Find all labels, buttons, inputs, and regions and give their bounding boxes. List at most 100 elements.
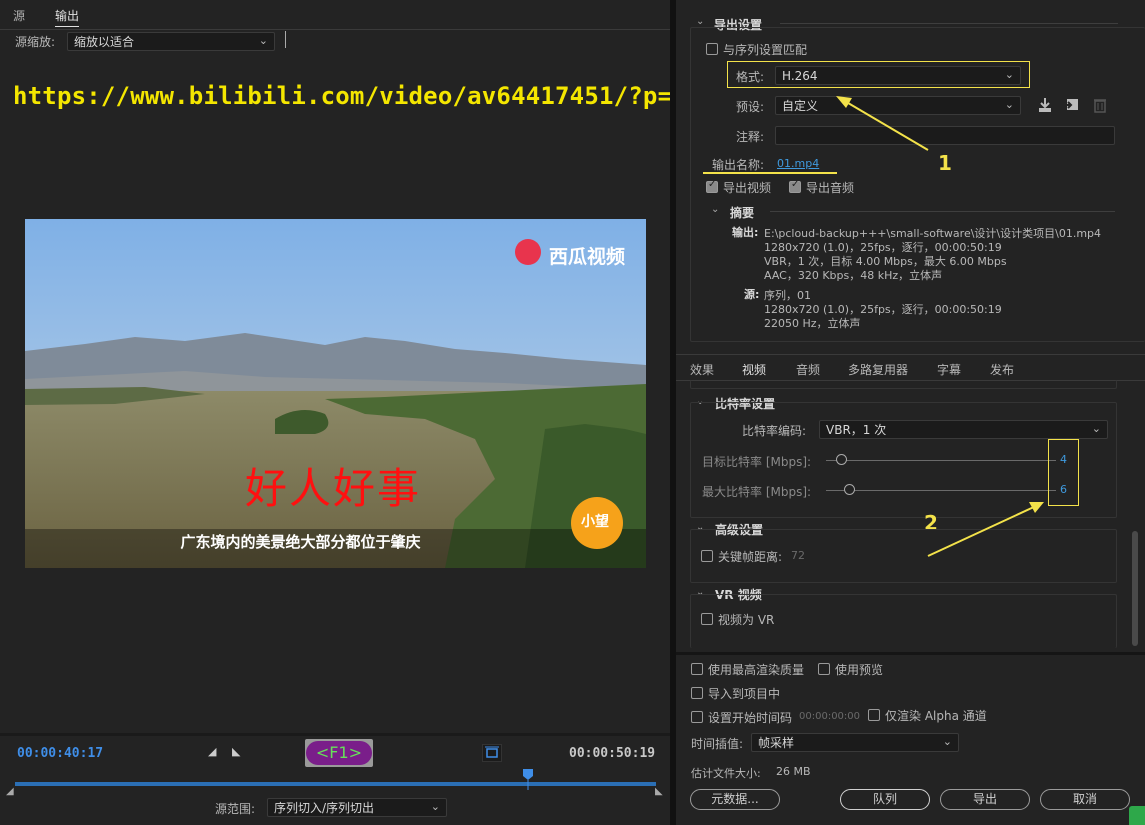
filesize-value: 26 MB [776, 765, 811, 778]
import-checkbox[interactable] [691, 687, 703, 699]
format-highlight-box [727, 61, 1030, 88]
preset-label: 预设: [736, 100, 765, 114]
comment-input[interactable] [775, 126, 1115, 145]
export-audio-checkbox[interactable] [789, 179, 801, 193]
current-timecode[interactable]: 00:00:40:17 [17, 746, 103, 761]
collapse-icon[interactable]: ⌄ [696, 16, 704, 27]
mark-in-icon[interactable]: ◢ [208, 745, 216, 758]
chevron-down-icon: ⌄ [430, 800, 440, 813]
preset-value: 自定义 [782, 99, 819, 113]
range-end-icon[interactable]: ◣ [655, 786, 663, 797]
export-settings-panel: ⌄ 导出设置 与序列设置匹配 格式: H.264 ⌄ 预设: 自定义 ⌄ 注释:… [676, 0, 1145, 825]
export-video-checkbox[interactable] [706, 179, 718, 193]
target-bitrate-label: 目标比特率 [Mbps]: [702, 455, 812, 469]
chevron-down-icon: ⌄ [1004, 98, 1014, 111]
keyframe-value[interactable]: 72 [791, 549, 805, 562]
tab-multiplexer[interactable]: 多路复用器 [848, 361, 908, 378]
max-bitrate-thumb[interactable] [844, 484, 855, 495]
chevron-down-icon: ⌄ [942, 735, 952, 748]
start-timecode-label: 设置开始时间码 [708, 711, 793, 725]
cancel-button[interactable]: 取消 [1040, 789, 1130, 810]
max-bitrate-slider[interactable] [826, 490, 1056, 491]
divider [780, 23, 1118, 24]
divider [676, 652, 1145, 655]
app-corner-icon [1129, 806, 1145, 825]
time-interp-label: 时间插值: [691, 737, 744, 751]
tab-publish[interactable]: 发布 [990, 361, 1014, 378]
import-label: 导入到项目中 [708, 687, 781, 701]
use-preview-checkbox[interactable] [818, 663, 830, 675]
use-preview-label: 使用预览 [835, 663, 884, 677]
metadata-button[interactable]: 元数据... [690, 789, 780, 810]
chevron-down-icon: ⌄ [258, 34, 268, 47]
mark-out-icon[interactable]: ◣ [232, 745, 240, 758]
source-scale-value: 缩放以适合 [74, 35, 135, 49]
alpha-label: 仅渲染 Alpha 通道 [885, 709, 987, 723]
bitrate-highlight-box [1048, 439, 1079, 506]
output-name-label: 输出名称: [712, 158, 765, 172]
max-quality-label: 使用最高渲染质量 [708, 663, 805, 677]
playhead[interactable] [522, 768, 533, 790]
vr-label: 视频为 VR [718, 613, 775, 627]
keyframe-checkbox[interactable] [701, 550, 713, 562]
summary-output-label: 输出: [732, 226, 759, 239]
summary-output-line: AAC，320 Kbps，48 kHz，立体声 [764, 269, 943, 282]
alpha-checkbox[interactable] [868, 709, 880, 721]
delete-preset-icon[interactable] [1091, 96, 1109, 114]
keyframe-label: 关键帧距离: [718, 550, 783, 564]
export-video-label: 导出视频 [723, 181, 772, 195]
save-preset-icon[interactable] [1036, 96, 1054, 114]
watermark-url: https://www.bilibili.com/video/av6441745… [13, 82, 687, 110]
output-name-link[interactable]: 01.mp4 [777, 157, 819, 170]
timeline-divider [0, 733, 670, 736]
max-bitrate-label: 最大比特率 [Mbps]: [702, 485, 812, 499]
time-interp-value: 帧采样 [758, 736, 795, 750]
bitrate-encoding-value: VBR，1 次 [826, 423, 887, 437]
summary-title: 摘要 [730, 206, 755, 220]
xigua-logo-text: 西瓜视频 [549, 246, 626, 268]
queue-button[interactable]: 队列 [840, 789, 930, 810]
marker-backdrop: <F1> [305, 739, 373, 767]
tab-captions[interactable]: 字幕 [937, 361, 961, 378]
bitrate-encoding-dropdown[interactable]: VBR，1 次 ⌄ [819, 420, 1108, 439]
start-timecode-value[interactable]: 00:00:00:00 [799, 711, 860, 722]
chevron-down-icon: ⌄ [1091, 422, 1101, 435]
source-range-value: 序列切入/序列切出 [274, 801, 375, 815]
source-range-label: 源范围: [215, 802, 256, 816]
range-start-icon[interactable]: ◢ [6, 786, 14, 797]
badge-text: 小望 [581, 514, 609, 530]
summary-source-label: 源: [744, 288, 760, 301]
annotation-number-1: 1 [938, 151, 952, 175]
match-sequence-checkbox[interactable] [706, 43, 718, 55]
summary-source-line: 22050 Hz，立体声 [764, 317, 861, 330]
end-timecode: 00:00:50:19 [569, 746, 656, 761]
vr-checkbox[interactable] [701, 613, 713, 625]
source-range-dropdown[interactable]: 序列切入/序列切出 ⌄ [267, 798, 447, 817]
collapse-icon[interactable]: ⌄ [711, 204, 719, 215]
tab-source[interactable]: 源 [13, 7, 25, 24]
tab-audio[interactable]: 音频 [796, 361, 820, 378]
overlay-text: 好人好事 [245, 464, 422, 513]
time-interp-dropdown[interactable]: 帧采样 ⌄ [751, 733, 959, 752]
divider [770, 211, 1115, 212]
marker-label[interactable]: <F1> [306, 741, 372, 765]
source-scale-label: 源缩放: [15, 35, 56, 49]
tab-video[interactable]: 视频 [742, 361, 767, 381]
timeline-bar[interactable] [15, 782, 656, 786]
source-output-panel: 源 输出 源缩放: 缩放以适合 ⌄ https://www.bilibili.c… [0, 0, 687, 825]
import-preset-icon[interactable] [1063, 96, 1081, 114]
source-scale-dropdown[interactable]: 缩放以适合 ⌄ [67, 32, 275, 51]
video-preview[interactable]: 西瓜视频 好人好事 广东境内的美景绝大部分都位于肇庆 小望 [25, 219, 646, 568]
max-quality-checkbox[interactable] [691, 663, 703, 675]
start-timecode-checkbox[interactable] [691, 711, 703, 723]
tab-effects[interactable]: 效果 [690, 361, 714, 378]
fit-icon[interactable] [482, 744, 502, 762]
export-button[interactable]: 导出 [940, 789, 1030, 810]
divider [285, 31, 286, 48]
target-bitrate-slider[interactable] [826, 460, 1056, 461]
export-audio-label: 导出音频 [806, 181, 855, 195]
preset-dropdown[interactable]: 自定义 ⌄ [775, 96, 1021, 115]
previous-section [690, 380, 1117, 389]
scrollbar-thumb[interactable] [1132, 531, 1138, 646]
tab-output[interactable]: 输出 [55, 7, 80, 27]
